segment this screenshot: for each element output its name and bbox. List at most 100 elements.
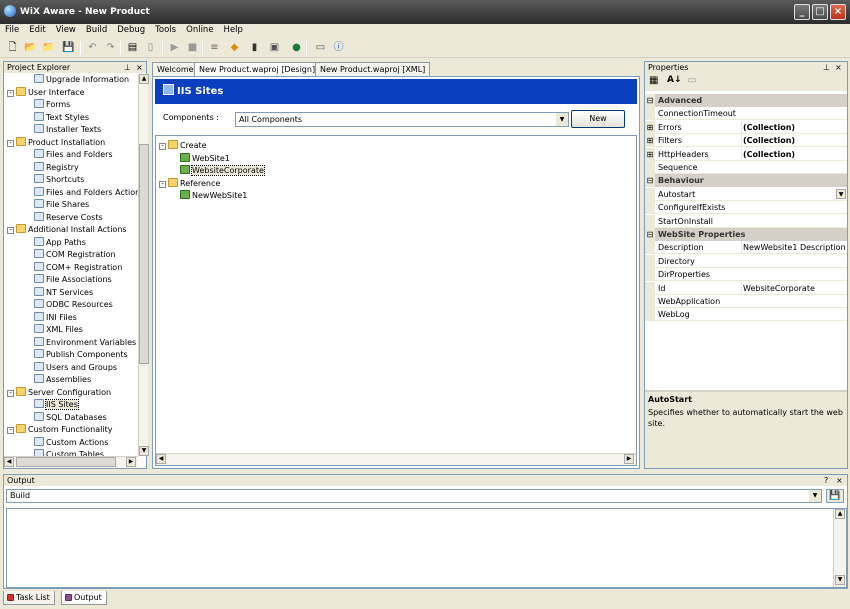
scroll-right-icon[interactable]: ▶ bbox=[624, 454, 634, 464]
properties-icon[interactable]: ▤ bbox=[126, 41, 139, 54]
output-vertical-scrollbar[interactable]: ▲ ▼ bbox=[833, 509, 846, 587]
property-value[interactable]: (Collection) bbox=[741, 147, 847, 161]
property-row-weblog[interactable]: WebLog bbox=[645, 308, 847, 322]
globe-icon[interactable]: ● bbox=[290, 41, 303, 54]
scroll-right-icon[interactable]: ▶ bbox=[126, 457, 136, 467]
chevron-down-icon[interactable]: ▼ bbox=[556, 113, 568, 126]
scroll-down-icon[interactable]: ▼ bbox=[835, 575, 845, 585]
tree-item-files-and-folders[interactable]: Files and Folders bbox=[34, 149, 113, 161]
compile-icon[interactable]: ◆ bbox=[228, 41, 241, 54]
property-row-dirproperties[interactable]: DirProperties bbox=[645, 268, 847, 282]
tree-item-files-and-folders-actions[interactable]: Files and Folders Actions bbox=[34, 186, 144, 199]
tree-item-file-shares[interactable]: File Shares bbox=[34, 199, 89, 211]
property-row-webapplication[interactable]: WebApplication bbox=[645, 295, 847, 308]
components-select[interactable]: All Components ▼ bbox=[235, 112, 569, 127]
scroll-thumb[interactable] bbox=[139, 144, 149, 364]
collapse-toggle-icon[interactable]: - bbox=[7, 389, 14, 397]
pin-icon[interactable]: ⊥ bbox=[823, 62, 830, 73]
expand-toggle-icon[interactable]: ⊞ bbox=[645, 147, 655, 161]
designer-horizontal-scrollbar[interactable]: ◀ ▶ bbox=[156, 453, 636, 465]
tree-item-environment-variables[interactable]: Environment Variables bbox=[34, 336, 136, 349]
maximize-button[interactable]: □ bbox=[812, 4, 828, 20]
tab-welcome[interactable]: Welcome bbox=[152, 62, 199, 76]
collapse-toggle-icon[interactable]: ⊟ bbox=[645, 228, 655, 241]
collapse-toggle-icon[interactable]: - bbox=[159, 180, 166, 188]
tab-design[interactable]: New Product.waproj [Design] bbox=[194, 62, 321, 76]
property-value[interactable]: (Collection) bbox=[741, 134, 847, 148]
property-row-description[interactable]: Description NewWebsite1 Description h bbox=[645, 241, 847, 255]
property-row-configureifexists[interactable]: ConfigureIfExists bbox=[645, 201, 847, 215]
property-value[interactable]: NewWebsite1 Description h bbox=[741, 241, 847, 255]
window-icon[interactable]: ▭ bbox=[314, 41, 327, 54]
tree-item-file-associations[interactable]: File Associations bbox=[34, 274, 112, 286]
build-icon[interactable]: ≡ bbox=[208, 41, 221, 54]
tree-item-upgrade-information[interactable]: Upgrade Information bbox=[34, 74, 129, 86]
property-pages-icon[interactable]: ▭ bbox=[687, 75, 696, 86]
tree-item-custom-actions[interactable]: Custom Actions bbox=[34, 436, 108, 449]
tree-item-installer-texts[interactable]: Installer Texts bbox=[34, 124, 101, 136]
expand-toggle-icon[interactable]: ⊞ bbox=[645, 120, 655, 134]
tree-item-user-interface[interactable]: - User Interface bbox=[7, 86, 85, 99]
tree-item-app-paths[interactable]: App Paths bbox=[34, 236, 86, 249]
alphabetical-icon[interactable]: A↓ bbox=[667, 75, 682, 85]
menu-build[interactable]: Build bbox=[81, 24, 112, 35]
tree-item-com-registration[interactable]: COM Registration bbox=[34, 249, 116, 261]
property-row-connectiontimeout[interactable]: ConnectionTimeout bbox=[645, 107, 847, 121]
tree-item-assemblies[interactable]: Assemblies bbox=[34, 374, 91, 386]
chevron-down-icon[interactable]: ▼ bbox=[836, 188, 846, 199]
tree-item-iis-sites[interactable]: IIS Sites bbox=[34, 399, 79, 411]
tab-task-list[interactable]: Task List bbox=[3, 591, 55, 605]
tree-item-xml-files[interactable]: XML Files bbox=[34, 324, 83, 336]
property-row-sequence[interactable]: Sequence bbox=[645, 161, 847, 174]
menu-help[interactable]: Help bbox=[219, 24, 248, 35]
pin-icon[interactable]: ⊥ bbox=[124, 62, 131, 73]
tab-output[interactable]: Output bbox=[61, 591, 107, 605]
run-icon[interactable]: ▶ bbox=[168, 41, 181, 54]
site-node-website1[interactable]: WebSite1 bbox=[180, 152, 230, 165]
property-value[interactable]: (Collection) bbox=[741, 120, 847, 134]
close-button[interactable]: × bbox=[830, 4, 846, 20]
tree-item-custom-functionality[interactable]: - Custom Functionality bbox=[7, 424, 112, 436]
tree-item-com-registration[interactable]: COM+ Registration bbox=[34, 261, 122, 274]
menu-edit[interactable]: Edit bbox=[24, 24, 50, 35]
property-row-errors[interactable]: ⊞ Errors (Collection) bbox=[645, 120, 847, 134]
property-value[interactable]: WebsiteCorporate bbox=[741, 281, 847, 295]
site-node-reference[interactable]: - Reference bbox=[159, 177, 220, 190]
save-output-icon[interactable]: 💾 bbox=[826, 489, 844, 503]
categorized-icon[interactable]: ▦ bbox=[649, 75, 658, 86]
new-button[interactable]: New bbox=[571, 110, 625, 128]
property-row-filters[interactable]: ⊞ Filters (Collection) bbox=[645, 134, 847, 148]
property-row-httpheaders[interactable]: ⊞ HttpHeaders (Collection) bbox=[645, 147, 847, 161]
menu-view[interactable]: View bbox=[51, 24, 81, 35]
info-icon[interactable]: ⓘ bbox=[332, 41, 345, 54]
property-row-directory[interactable]: Directory bbox=[645, 254, 847, 268]
output-text-area[interactable]: ▲ ▼ bbox=[6, 508, 847, 588]
traffic-light-icon[interactable]: ▮ bbox=[248, 41, 261, 54]
property-category-behaviour[interactable]: ⊟ Behaviour bbox=[645, 174, 847, 188]
collapse-toggle-icon[interactable]: - bbox=[7, 139, 14, 147]
tree-item-text-styles[interactable]: Text Styles bbox=[34, 111, 89, 124]
tree-item-server-configuration[interactable]: - Server Configuration bbox=[7, 386, 111, 399]
scroll-up-icon[interactable]: ▲ bbox=[835, 509, 845, 519]
collapse-toggle-icon[interactable]: - bbox=[7, 427, 14, 434]
site-node-create[interactable]: - Create bbox=[159, 140, 207, 152]
tree-item-reserve-costs[interactable]: Reserve Costs bbox=[34, 211, 103, 224]
tree-item-users-and-groups[interactable]: Users and Groups bbox=[34, 361, 117, 374]
collapse-toggle-icon[interactable]: ⊟ bbox=[645, 174, 655, 188]
scroll-left-icon[interactable]: ◀ bbox=[156, 454, 166, 464]
panel-close-icon[interactable]: × bbox=[836, 475, 843, 486]
menu-tools[interactable]: Tools bbox=[150, 24, 181, 35]
tree-item-registry[interactable]: Registry bbox=[34, 161, 79, 174]
tree-item-shortcuts[interactable]: Shortcuts bbox=[34, 174, 84, 186]
collapse-toggle-icon[interactable]: - bbox=[159, 143, 166, 150]
tree-item-odbc-resources[interactable]: ODBC Resources bbox=[34, 299, 113, 311]
property-category-advanced[interactable]: ⊟ Advanced bbox=[645, 94, 847, 107]
panel-close-icon[interactable]: × bbox=[835, 62, 842, 73]
redo-icon[interactable]: ↷ bbox=[104, 41, 117, 54]
tree-item-product-installation[interactable]: - Product Installation bbox=[7, 136, 105, 149]
explorer-vertical-scrollbar[interactable]: ▲ ▼ bbox=[138, 74, 149, 456]
scroll-up-icon[interactable]: ▲ bbox=[139, 74, 149, 84]
expand-toggle-icon[interactable]: ⊞ bbox=[645, 134, 655, 148]
open-folder-icon[interactable]: 📂 bbox=[24, 41, 37, 54]
panel-close-icon[interactable]: × bbox=[136, 62, 143, 73]
